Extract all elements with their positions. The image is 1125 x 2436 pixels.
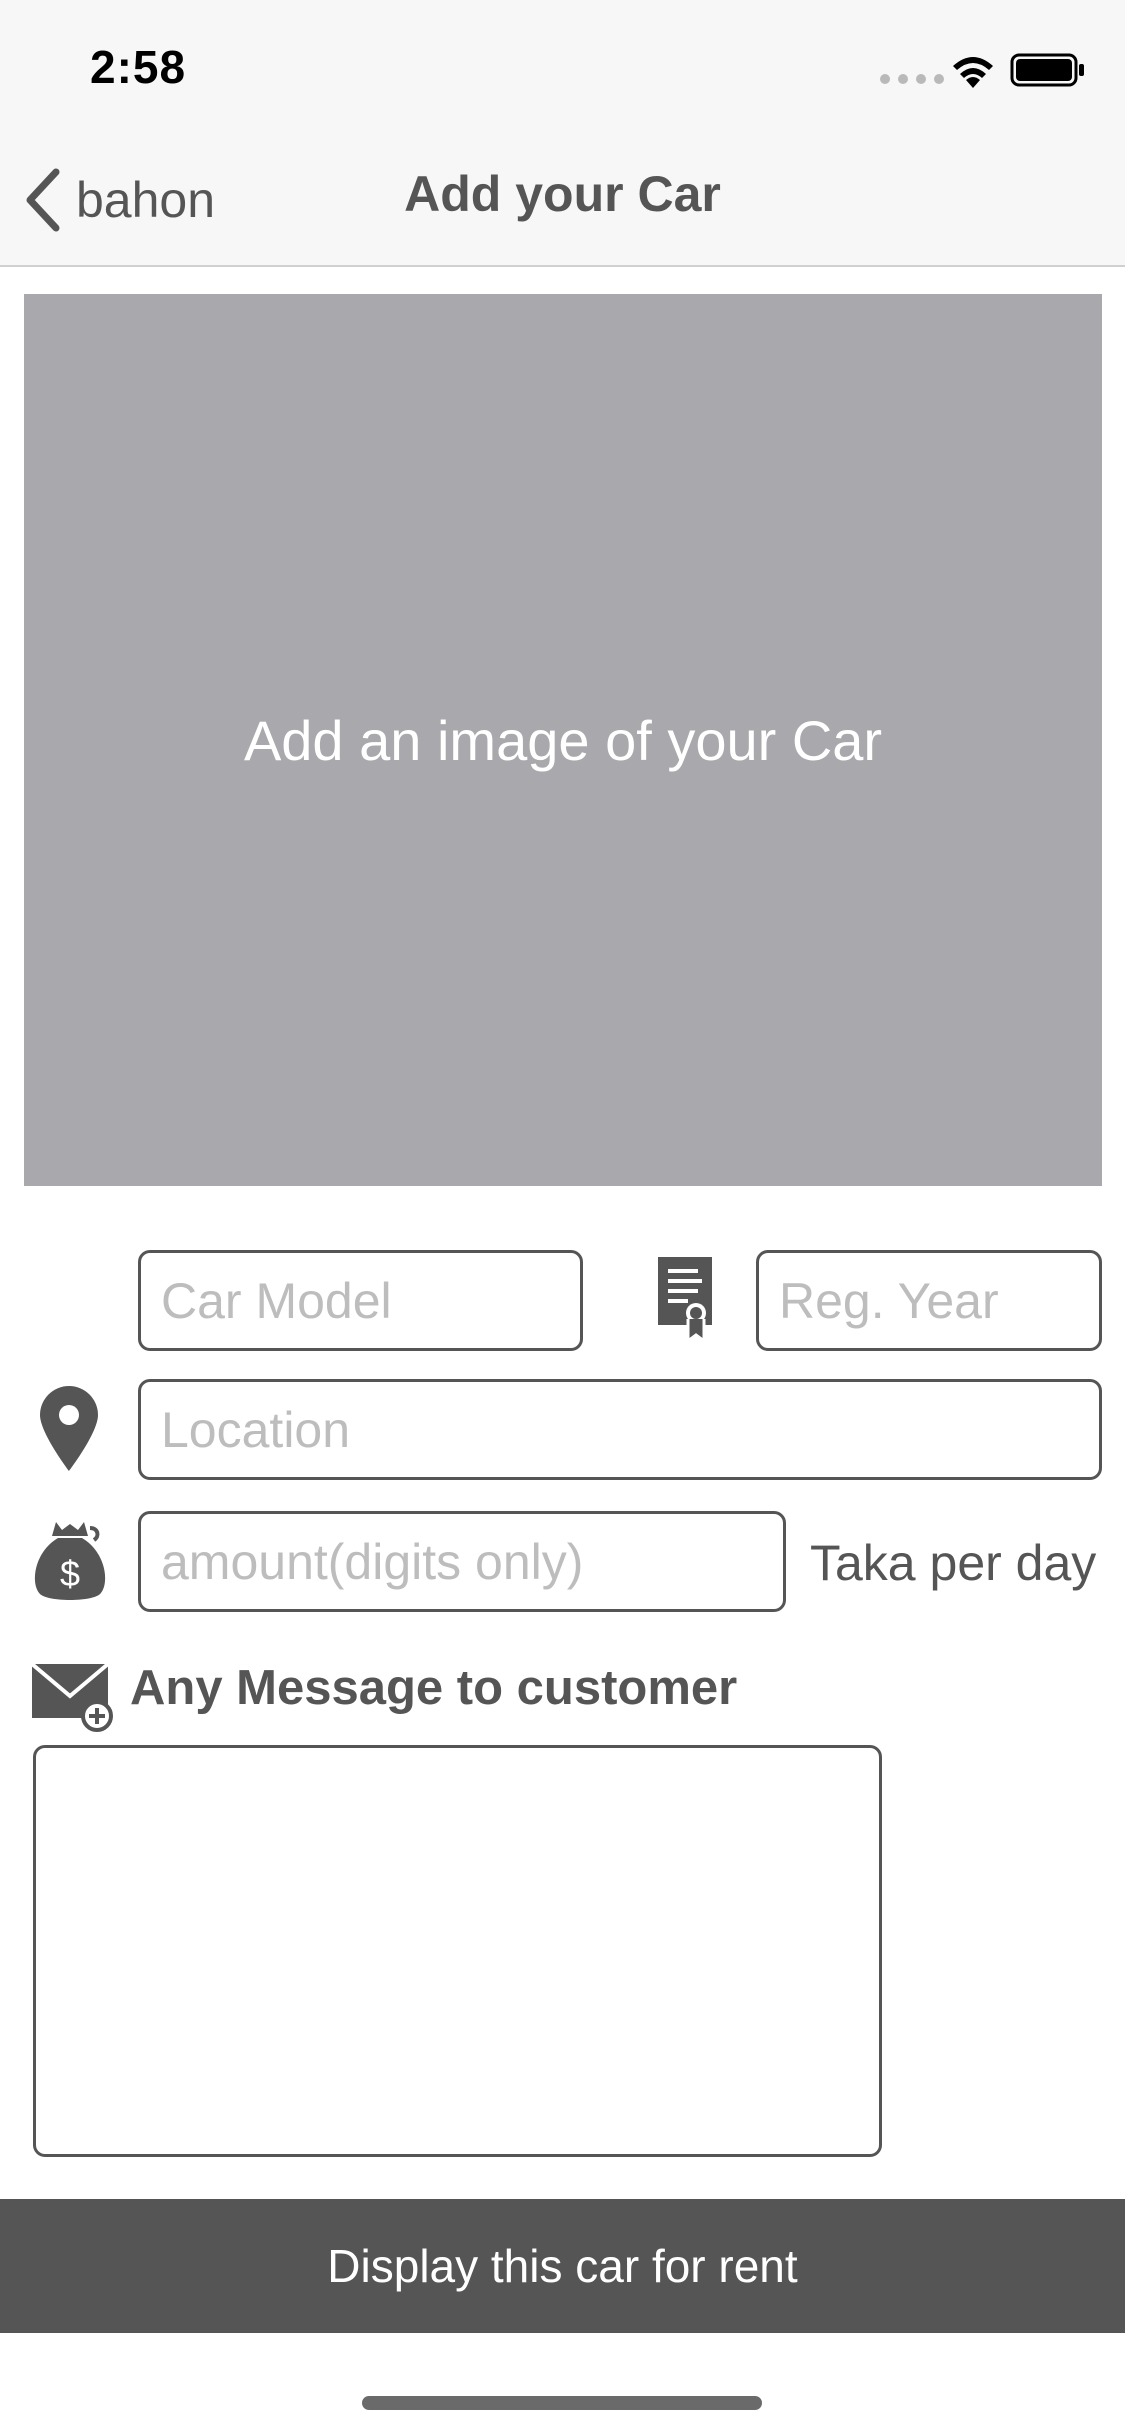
amount-input[interactable]	[138, 1511, 786, 1612]
per-day-label: Taka per day	[810, 1535, 1097, 1591]
status-time: 2:58	[90, 41, 187, 93]
mail-add-icon	[30, 1662, 113, 1732]
add-car-image-button[interactable]: Add an image of your Car	[24, 294, 1102, 1186]
home-indicator[interactable]	[362, 2396, 762, 2410]
location-input[interactable]	[138, 1379, 1102, 1480]
battery-icon	[1010, 53, 1084, 87]
page-title: Add your Car	[404, 166, 721, 222]
svg-text:$: $	[60, 1553, 80, 1594]
message-textarea[interactable]	[33, 1745, 882, 2157]
add-image-label: Add an image of your Car	[243, 708, 883, 772]
certificate-icon	[658, 1257, 712, 1343]
display-for-rent-button[interactable]: Display this car for rent	[0, 2199, 1125, 2333]
signal-icon	[880, 74, 944, 84]
message-label: Any Message to customer	[130, 1661, 738, 1715]
wifi-icon	[953, 57, 993, 88]
reg-year-input[interactable]	[756, 1250, 1102, 1351]
car-model-input[interactable]	[138, 1250, 583, 1351]
money-bag-icon: $	[34, 1522, 106, 1600]
location-pin-icon	[40, 1386, 98, 1471]
